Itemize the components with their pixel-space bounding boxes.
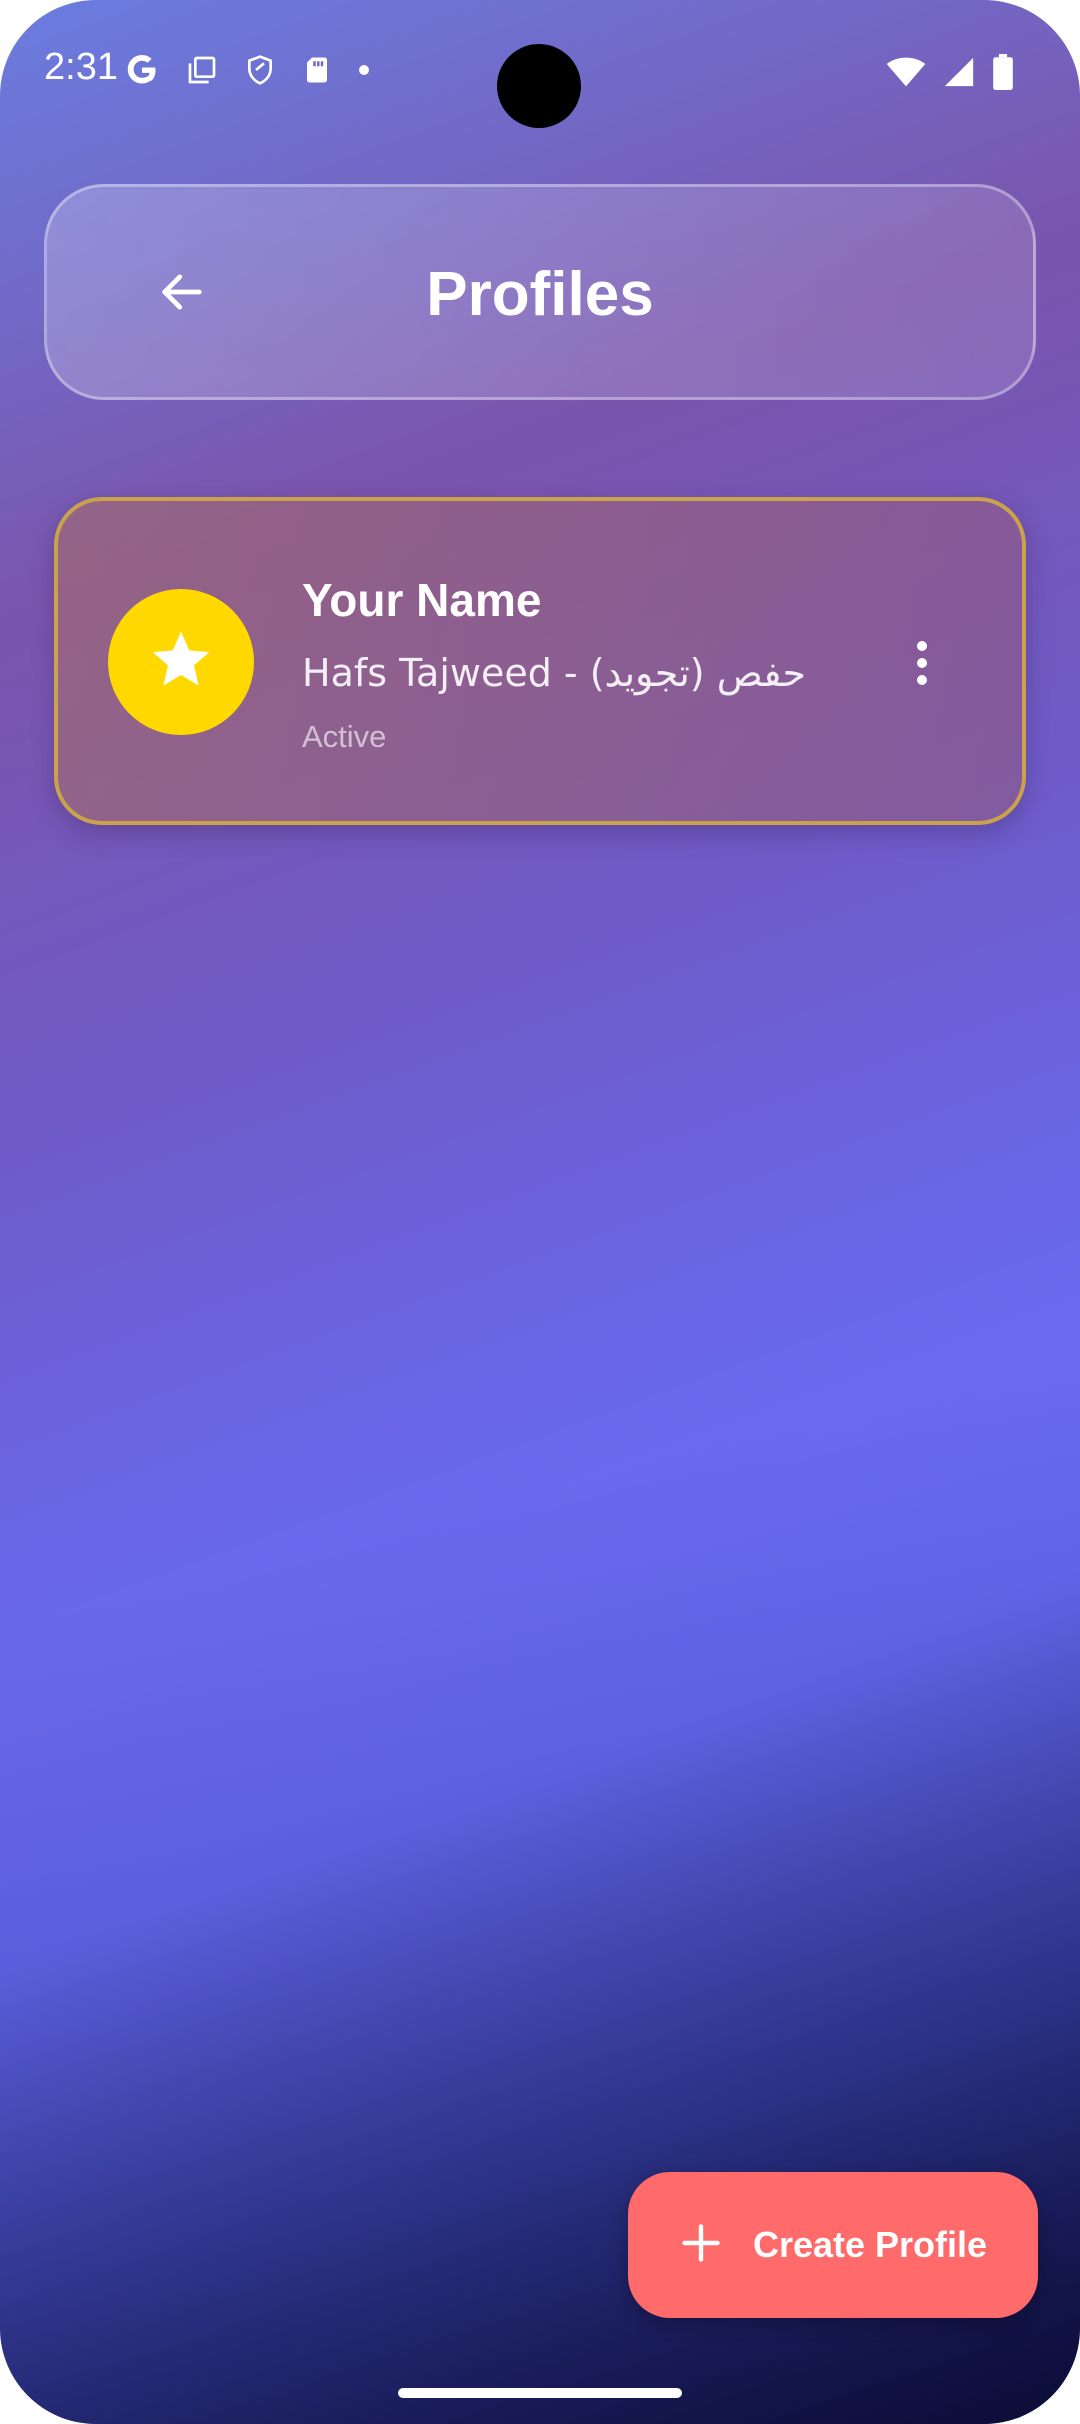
plus-icon [679,2221,723,2270]
home-indicator[interactable] [398,2388,682,2398]
screen: 2:31 Profiles Your Name حفص (تجويد) - Ha… [0,0,1080,2424]
sd-card-icon [302,53,332,87]
status-icons-left [124,52,370,88]
dot-icon [358,64,370,76]
page-title: Profiles [426,260,654,329]
copy-icon [186,54,218,86]
camera-cutout [497,44,581,128]
profile-status: Active [302,719,387,754]
wifi-icon [886,56,926,88]
create-profile-button[interactable]: Create Profile [628,2172,1038,2318]
battery-icon [992,54,1014,90]
more-vertical-icon [914,640,930,691]
signal-icon [942,55,976,89]
status-icons-right [886,54,1014,90]
profile-subtitle: حفص (تجويد) - Hafs Tajweed [302,651,806,695]
profile-card[interactable]: Your Name حفص (تجويد) - Hafs Tajweed Act… [54,497,1026,825]
more-options-button[interactable] [892,625,952,705]
google-icon [124,52,160,88]
status-bar: 2:31 [0,0,1080,140]
avatar [108,589,254,735]
shield-icon [244,53,276,87]
star-icon [147,626,215,699]
profile-name: Your Name [302,574,542,626]
app-header: Profiles [44,184,1036,400]
create-profile-label: Create Profile [752,2224,988,2265]
status-time: 2:31 [44,46,118,88]
